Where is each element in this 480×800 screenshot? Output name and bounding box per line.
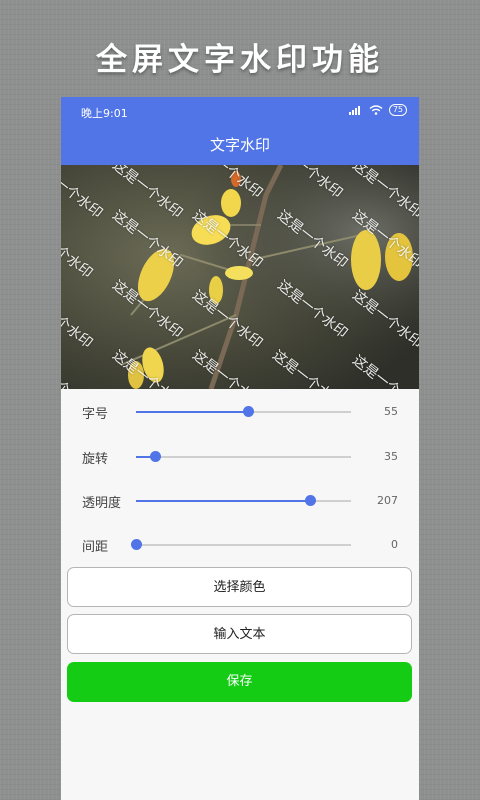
slider-track[interactable] bbox=[136, 451, 351, 462]
slider-fill bbox=[136, 411, 248, 413]
slider-value: 35 bbox=[384, 450, 398, 463]
choose-color-button[interactable]: 选择颜色 bbox=[67, 567, 412, 607]
watermarked-image-preview: 这是一个水印 这是一个水印 这是一个水印 这是一个水印 这是一个水印 这是一个水印 这是一个… bbox=[61, 165, 419, 389]
app-bar-title: 文字水印 bbox=[61, 125, 419, 165]
slider-value: 207 bbox=[377, 494, 398, 507]
slider-label: 间距 bbox=[82, 540, 109, 555]
slider-row: 旋转 35 bbox=[61, 442, 419, 472]
slider-label: 透明度 bbox=[82, 496, 122, 511]
slider-track[interactable] bbox=[136, 406, 351, 417]
slider-value: 55 bbox=[384, 405, 398, 418]
status-icons: 75 bbox=[348, 104, 407, 116]
slider-row: 间距 0 bbox=[61, 530, 419, 560]
slider-thumb[interactable] bbox=[242, 406, 254, 417]
status-time: 晚上9:01 bbox=[81, 107, 128, 120]
slider-track[interactable] bbox=[136, 495, 351, 506]
save-button[interactable]: 保存 bbox=[67, 662, 412, 702]
phone-screen: 晚上9:01 75 文字水印 这是一个水印 这是一个水印 这是一个水印 这是一个… bbox=[61, 97, 419, 800]
slider-thumb[interactable] bbox=[305, 495, 317, 506]
slider-fill bbox=[136, 500, 311, 502]
promo-title: 全屏文字水印功能 bbox=[96, 42, 384, 78]
battery-icon: 75 bbox=[388, 104, 407, 116]
slider-label: 旋转 bbox=[82, 452, 109, 467]
slider-value: 0 bbox=[391, 538, 398, 551]
slider-row: 字号 55 bbox=[61, 397, 419, 427]
signal-icon bbox=[348, 106, 360, 115]
slider-label: 字号 bbox=[82, 407, 109, 422]
input-text-button[interactable]: 输入文本 bbox=[67, 614, 412, 654]
slider-thumb[interactable] bbox=[131, 539, 142, 550]
slider-track[interactable] bbox=[131, 539, 351, 550]
status-bar: 晚上9:01 75 bbox=[61, 97, 419, 125]
slider-thumb[interactable] bbox=[150, 451, 162, 462]
wifi-icon bbox=[369, 105, 383, 115]
slider-row: 透明度 207 bbox=[61, 486, 419, 516]
